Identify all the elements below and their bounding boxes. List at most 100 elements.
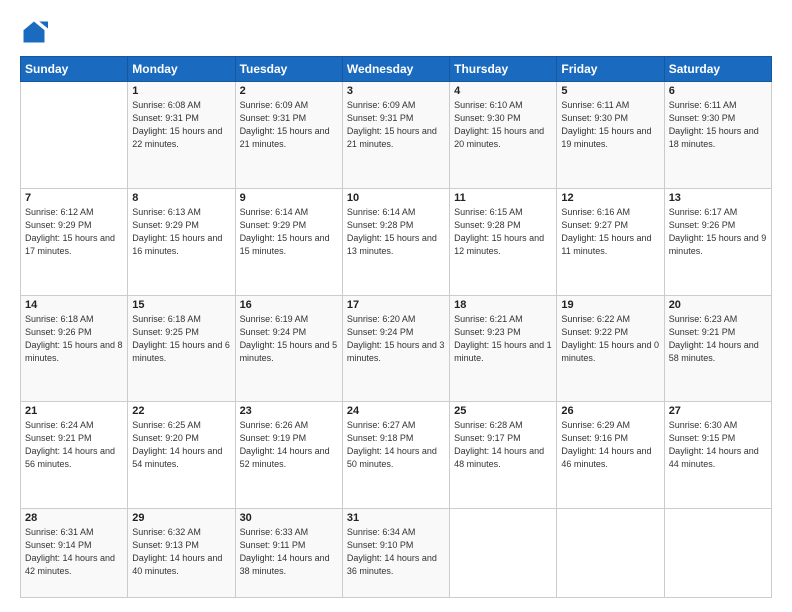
cell-text: Sunrise: 6:16 AMSunset: 9:27 PMDaylight:… — [561, 206, 659, 258]
weekday-header-wednesday: Wednesday — [342, 57, 449, 82]
calendar-cell: 26 Sunrise: 6:29 AMSunset: 9:16 PMDayligh… — [557, 402, 664, 509]
calendar-cell: 5 Sunrise: 6:11 AMSunset: 9:30 PMDaylight… — [557, 82, 664, 189]
day-number: 18 — [454, 299, 552, 311]
calendar-cell: 6 Sunrise: 6:11 AMSunset: 9:30 PMDaylight… — [664, 82, 771, 189]
cell-text: Sunrise: 6:28 AMSunset: 9:17 PMDaylight:… — [454, 419, 552, 471]
day-number: 20 — [669, 299, 767, 311]
cell-text: Sunrise: 6:12 AMSunset: 9:29 PMDaylight:… — [25, 206, 123, 258]
calendar-cell: 21Sunrise: 6:24 AMSunset: 9:21 PMDayligh… — [21, 402, 128, 509]
day-number: 1 — [132, 85, 230, 97]
day-number: 22 — [132, 405, 230, 417]
logo — [20, 18, 52, 46]
weekday-header-monday: Monday — [128, 57, 235, 82]
weekday-header-friday: Friday — [557, 57, 664, 82]
calendar-cell: 19 Sunrise: 6:22 AMSunset: 9:22 PMDayligh… — [557, 295, 664, 402]
cell-text: Sunrise: 6:32 AMSunset: 9:13 PMDaylight:… — [132, 526, 230, 578]
calendar-cell: 29 Sunrise: 6:32 AMSunset: 9:13 PMDayligh… — [128, 509, 235, 598]
day-number: 6 — [669, 85, 767, 97]
calendar-cell: 31 Sunrise: 6:34 AMSunset: 9:10 PMDayligh… — [342, 509, 449, 598]
cell-text: Sunrise: 6:17 AMSunset: 9:26 PMDaylight:… — [669, 206, 767, 258]
logo-icon — [20, 18, 48, 46]
calendar-cell: 8Sunrise: 6:13 AMSunset: 9:29 PMDaylight… — [128, 188, 235, 295]
cell-text: Sunrise: 6:14 AMSunset: 9:29 PMDaylight:… — [240, 206, 338, 258]
cell-text: Sunrise: 6:33 AMSunset: 9:11 PMDaylight:… — [240, 526, 338, 578]
cell-text: Sunrise: 6:22 AMSunset: 9:22 PMDaylight:… — [561, 313, 659, 365]
cell-text: Sunrise: 6:25 AMSunset: 9:20 PMDaylight:… — [132, 419, 230, 471]
day-number: 23 — [240, 405, 338, 417]
cell-text: Sunrise: 6:30 AMSunset: 9:15 PMDaylight:… — [669, 419, 767, 471]
calendar-cell: 18 Sunrise: 6:21 AMSunset: 9:23 PMDayligh… — [450, 295, 557, 402]
cell-text: Sunrise: 6:09 AMSunset: 9:31 PMDaylight:… — [240, 99, 338, 151]
day-number: 26 — [561, 405, 659, 417]
cell-text: Sunrise: 6:15 AMSunset: 9:28 PMDaylight:… — [454, 206, 552, 258]
day-number: 24 — [347, 405, 445, 417]
weekday-header-tuesday: Tuesday — [235, 57, 342, 82]
cell-text: Sunrise: 6:10 AMSunset: 9:30 PMDaylight:… — [454, 99, 552, 151]
calendar-cell: 7 Sunrise: 6:12 AMSunset: 9:29 PMDaylight… — [21, 188, 128, 295]
day-number: 9 — [240, 192, 338, 204]
day-number: 3 — [347, 85, 445, 97]
cell-text: Sunrise: 6:27 AMSunset: 9:18 PMDaylight:… — [347, 419, 445, 471]
calendar-cell: 16 Sunrise: 6:19 AMSunset: 9:24 PMDayligh… — [235, 295, 342, 402]
day-number: 7 — [25, 192, 123, 204]
calendar-cell: 13 Sunrise: 6:17 AMSunset: 9:26 PMDayligh… — [664, 188, 771, 295]
day-number: 13 — [669, 192, 767, 204]
calendar-cell: 22 Sunrise: 6:25 AMSunset: 9:20 PMDayligh… — [128, 402, 235, 509]
day-number: 17 — [347, 299, 445, 311]
day-number: 2 — [240, 85, 338, 97]
weekday-header-saturday: Saturday — [664, 57, 771, 82]
page: SundayMondayTuesdayWednesdayThursdayFrid… — [0, 0, 792, 612]
calendar-cell: 15 Sunrise: 6:18 AMSunset: 9:25 PMDayligh… — [128, 295, 235, 402]
calendar-cell: 10 Sunrise: 6:14 AMSunset: 9:28 PMDayligh… — [342, 188, 449, 295]
day-number: 29 — [132, 512, 230, 524]
cell-text: Sunrise: 6:29 AMSunset: 9:16 PMDaylight:… — [561, 419, 659, 471]
day-number: 28 — [25, 512, 123, 524]
cell-text: Sunrise: 6:26 AMSunset: 9:19 PMDaylight:… — [240, 419, 338, 471]
cell-text: Sunrise: 6:34 AMSunset: 9:10 PMDaylight:… — [347, 526, 445, 578]
day-number: 11 — [454, 192, 552, 204]
cell-text: Sunrise: 6:31 AMSunset: 9:14 PMDaylight:… — [25, 526, 123, 578]
cell-text: Sunrise: 6:08 AMSunset: 9:31 PMDaylight:… — [132, 99, 230, 151]
day-number: 30 — [240, 512, 338, 524]
weekday-header-sunday: Sunday — [21, 57, 128, 82]
day-number: 19 — [561, 299, 659, 311]
cell-text: Sunrise: 6:19 AMSunset: 9:24 PMDaylight:… — [240, 313, 338, 365]
day-number: 27 — [669, 405, 767, 417]
day-number: 12 — [561, 192, 659, 204]
cell-text: Sunrise: 6:14 AMSunset: 9:28 PMDaylight:… — [347, 206, 445, 258]
cell-text: Sunrise: 6:09 AMSunset: 9:31 PMDaylight:… — [347, 99, 445, 151]
cell-text: Sunrise: 6:11 AMSunset: 9:30 PMDaylight:… — [561, 99, 659, 151]
day-number: 14 — [25, 299, 123, 311]
day-number: 10 — [347, 192, 445, 204]
calendar-cell — [664, 509, 771, 598]
cell-text: Sunrise: 6:18 AMSunset: 9:26 PMDaylight:… — [25, 313, 123, 365]
calendar-cell: 28 Sunrise: 6:31 AMSunset: 9:14 PMDayligh… — [21, 509, 128, 598]
calendar-cell: 9 Sunrise: 6:14 AMSunset: 9:29 PMDaylight… — [235, 188, 342, 295]
calendar-table: SundayMondayTuesdayWednesdayThursdayFrid… — [20, 56, 772, 598]
calendar-cell: 12 Sunrise: 6:16 AMSunset: 9:27 PMDayligh… — [557, 188, 664, 295]
day-number: 15 — [132, 299, 230, 311]
calendar-cell — [450, 509, 557, 598]
calendar-cell: 27 Sunrise: 6:30 AMSunset: 9:15 PMDayligh… — [664, 402, 771, 509]
calendar-cell: 3 Sunrise: 6:09 AMSunset: 9:31 PMDaylight… — [342, 82, 449, 189]
calendar-cell: 17 Sunrise: 6:20 AMSunset: 9:24 PMDayligh… — [342, 295, 449, 402]
day-number: 25 — [454, 405, 552, 417]
cell-text: Sunrise: 6:13 AMSunset: 9:29 PMDaylight:… — [132, 206, 230, 258]
day-number: 5 — [561, 85, 659, 97]
calendar-cell: 23 Sunrise: 6:26 AMSunset: 9:19 PMDayligh… — [235, 402, 342, 509]
cell-text: Sunrise: 6:11 AMSunset: 9:30 PMDaylight:… — [669, 99, 767, 151]
cell-text: Sunrise: 6:21 AMSunset: 9:23 PMDaylight:… — [454, 313, 552, 365]
day-number: 16 — [240, 299, 338, 311]
cell-text: Sunrise: 6:23 AMSunset: 9:21 PMDaylight:… — [669, 313, 767, 365]
header — [20, 18, 772, 46]
calendar-cell — [21, 82, 128, 189]
calendar-cell: 11 Sunrise: 6:15 AMSunset: 9:28 PMDayligh… — [450, 188, 557, 295]
calendar-cell: 24 Sunrise: 6:27 AMSunset: 9:18 PMDayligh… — [342, 402, 449, 509]
calendar-cell: 1 Sunrise: 6:08 AMSunset: 9:31 PMDaylight… — [128, 82, 235, 189]
cell-text: Sunrise: 6:18 AMSunset: 9:25 PMDaylight:… — [132, 313, 230, 365]
cell-text: Sunrise: 6:20 AMSunset: 9:24 PMDaylight:… — [347, 313, 445, 365]
day-number: 31 — [347, 512, 445, 524]
calendar-cell — [557, 509, 664, 598]
calendar-cell: 20 Sunrise: 6:23 AMSunset: 9:21 PMDayligh… — [664, 295, 771, 402]
weekday-header-thursday: Thursday — [450, 57, 557, 82]
